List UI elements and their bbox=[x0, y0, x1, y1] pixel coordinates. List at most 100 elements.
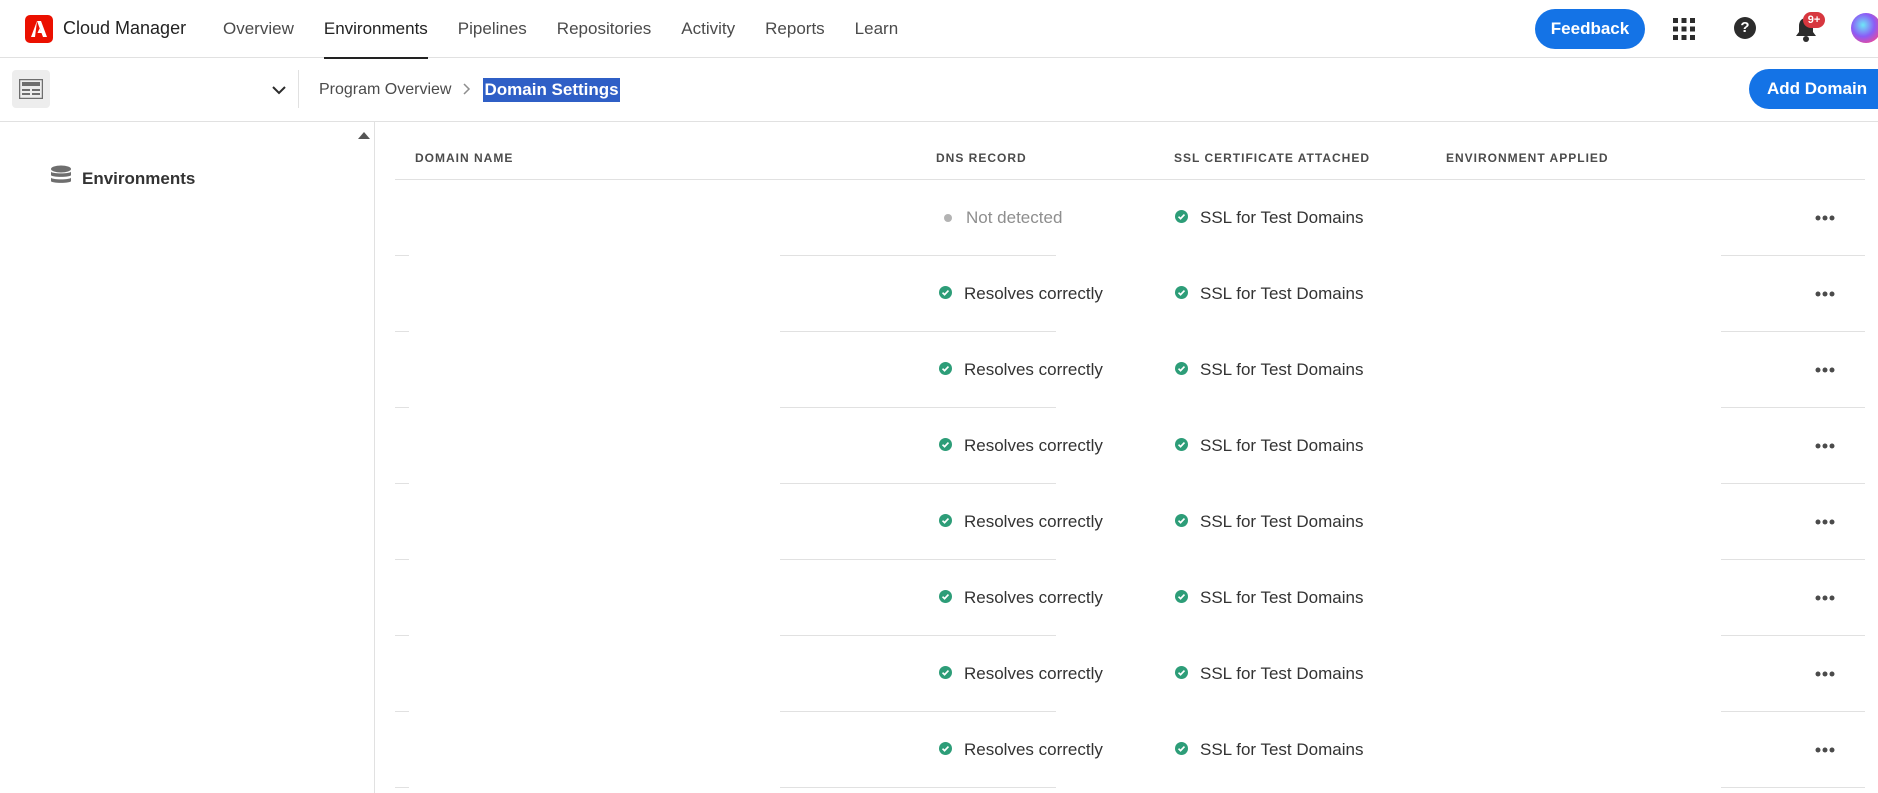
ssl-certificate-label: SSL for Test Domains bbox=[1200, 360, 1364, 379]
dns-status-label: Resolves correctly bbox=[964, 284, 1103, 303]
check-circle-icon bbox=[1175, 740, 1188, 760]
dns-status-cell: Resolves correctly bbox=[939, 588, 1103, 608]
ssl-certificate-label: SSL for Test Domains bbox=[1200, 740, 1364, 759]
divider bbox=[298, 70, 299, 108]
ssl-certificate-label: SSL for Test Domains bbox=[1200, 588, 1364, 607]
dns-status-cell: Resolves correctly bbox=[939, 664, 1103, 684]
table-row[interactable]: Resolves correctly SSL for Test Domains bbox=[395, 256, 1865, 332]
more-actions-icon[interactable] bbox=[1815, 588, 1835, 606]
adobe-logo-icon[interactable] bbox=[25, 15, 53, 43]
column-header-ssl-certificate[interactable]: SSL CERTIFICATE ATTACHED bbox=[1174, 151, 1370, 165]
check-circle-icon bbox=[1175, 284, 1188, 304]
table-row[interactable]: Resolves correctly SSL for Test Domains bbox=[395, 560, 1865, 636]
database-icon bbox=[50, 165, 72, 192]
dns-status-label: Resolves correctly bbox=[964, 740, 1103, 759]
check-circle-icon bbox=[1175, 664, 1188, 684]
dns-status-cell: Resolves correctly bbox=[939, 436, 1103, 456]
program-switcher-icon[interactable] bbox=[12, 70, 50, 108]
ssl-certificate-cell[interactable]: SSL for Test Domains bbox=[1175, 664, 1363, 684]
dns-status-label: Not detected bbox=[966, 208, 1063, 227]
scroll-up-arrow-icon[interactable] bbox=[358, 132, 370, 139]
breadcrumb-domain-settings: Domain Settings bbox=[483, 78, 620, 102]
nav-environments[interactable]: Environments bbox=[323, 0, 428, 59]
check-circle-icon bbox=[1175, 360, 1188, 380]
more-actions-icon[interactable] bbox=[1815, 208, 1835, 226]
column-header-environment-applied[interactable]: ENVIRONMENT APPLIED bbox=[1446, 151, 1609, 165]
top-navigation-bar: Cloud Manager Overview Environments Pipe… bbox=[0, 0, 1878, 59]
more-actions-icon[interactable] bbox=[1815, 436, 1835, 454]
check-circle-icon bbox=[939, 360, 952, 380]
ssl-certificate-cell[interactable]: SSL for Test Domains bbox=[1175, 208, 1363, 228]
dns-status-label: Resolves correctly bbox=[964, 436, 1103, 455]
check-circle-icon bbox=[1175, 436, 1188, 456]
sidebar: Environments bbox=[0, 122, 375, 793]
sidebar-item-label: Environments bbox=[82, 168, 196, 188]
ssl-certificate-cell[interactable]: SSL for Test Domains bbox=[1175, 360, 1363, 380]
notification-badge: 9+ bbox=[1803, 12, 1825, 28]
add-domain-button[interactable]: Add Domain bbox=[1749, 69, 1878, 109]
ssl-certificate-cell[interactable]: SSL for Test Domains bbox=[1175, 284, 1363, 304]
breadcrumb: Program Overview Domain Settings bbox=[319, 78, 620, 102]
chevron-down-icon[interactable] bbox=[272, 82, 286, 100]
ssl-certificate-cell[interactable]: SSL for Test Domains bbox=[1175, 588, 1363, 608]
ssl-certificate-label: SSL for Test Domains bbox=[1200, 664, 1364, 683]
check-circle-icon bbox=[939, 436, 952, 456]
check-circle-icon bbox=[1175, 512, 1188, 532]
ssl-certificate-label: SSL for Test Domains bbox=[1200, 284, 1364, 303]
more-actions-icon[interactable] bbox=[1815, 360, 1835, 378]
dns-status-cell: Not detected bbox=[939, 208, 1062, 228]
table-row[interactable]: Resolves correctly SSL for Test Domains bbox=[395, 484, 1865, 560]
more-actions-icon[interactable] bbox=[1815, 664, 1835, 682]
row-divider bbox=[1721, 787, 1865, 788]
feedback-button[interactable]: Feedback bbox=[1535, 9, 1645, 49]
nav-activity[interactable]: Activity bbox=[681, 0, 735, 58]
dns-status-label: Resolves correctly bbox=[964, 588, 1103, 607]
app-switcher-icon[interactable] bbox=[1673, 18, 1695, 40]
user-avatar[interactable] bbox=[1851, 13, 1878, 43]
table-row[interactable]: Resolves correctly SSL for Test Domains bbox=[395, 408, 1865, 484]
dns-status-label: Resolves correctly bbox=[964, 664, 1103, 683]
dns-status-cell: Resolves correctly bbox=[939, 360, 1103, 380]
table-row[interactable]: Resolves correctly SSL for Test Domains bbox=[395, 636, 1865, 712]
check-circle-icon bbox=[1175, 208, 1188, 228]
row-divider bbox=[780, 787, 1056, 788]
ssl-certificate-cell[interactable]: SSL for Test Domains bbox=[1175, 512, 1363, 532]
dns-status-cell: Resolves correctly bbox=[939, 284, 1103, 304]
ssl-certificate-label: SSL for Test Domains bbox=[1200, 436, 1364, 455]
dns-status-cell: Resolves correctly bbox=[939, 740, 1103, 760]
chevron-right-icon bbox=[463, 82, 471, 98]
check-circle-icon bbox=[1175, 588, 1188, 608]
app-title[interactable]: Cloud Manager bbox=[63, 18, 186, 39]
nav-repositories[interactable]: Repositories bbox=[557, 0, 652, 58]
table-header: DOMAIN NAME DNS RECORD SSL CERTIFICATE A… bbox=[395, 122, 1865, 180]
breadcrumb-program-overview[interactable]: Program Overview bbox=[319, 81, 451, 99]
nav-reports[interactable]: Reports bbox=[765, 0, 825, 58]
dns-status-cell: Resolves correctly bbox=[939, 512, 1103, 532]
dns-status-label: Resolves correctly bbox=[964, 512, 1103, 531]
check-circle-icon bbox=[939, 284, 952, 304]
column-header-domain-name[interactable]: DOMAIN NAME bbox=[415, 151, 513, 165]
column-header-dns-record[interactable]: DNS RECORD bbox=[936, 151, 1027, 165]
ssl-certificate-cell[interactable]: SSL for Test Domains bbox=[1175, 740, 1363, 760]
table-row[interactable]: Resolves correctly SSL for Test Domains bbox=[395, 712, 1865, 788]
check-circle-icon bbox=[939, 588, 952, 608]
domains-table: DOMAIN NAME DNS RECORD SSL CERTIFICATE A… bbox=[395, 122, 1865, 788]
table-row[interactable]: Not detected SSL for Test Domains bbox=[395, 180, 1865, 256]
more-actions-icon[interactable] bbox=[1815, 284, 1835, 302]
status-dot-icon bbox=[944, 214, 952, 222]
ssl-certificate-cell[interactable]: SSL for Test Domains bbox=[1175, 436, 1363, 456]
dns-status-label: Resolves correctly bbox=[964, 360, 1103, 379]
sidebar-item-environments[interactable]: Environments bbox=[50, 165, 195, 192]
nav-pipelines[interactable]: Pipelines bbox=[458, 0, 527, 58]
more-actions-icon[interactable] bbox=[1815, 740, 1835, 758]
nav-learn[interactable]: Learn bbox=[855, 0, 898, 58]
context-bar: Program Overview Domain Settings Add Dom… bbox=[0, 58, 1878, 122]
table-row[interactable]: Resolves correctly SSL for Test Domains bbox=[395, 332, 1865, 408]
more-actions-icon[interactable] bbox=[1815, 512, 1835, 530]
help-icon[interactable]: ? bbox=[1734, 17, 1756, 39]
ssl-certificate-label: SSL for Test Domains bbox=[1200, 208, 1364, 227]
row-divider bbox=[395, 787, 409, 788]
nav-overview[interactable]: Overview bbox=[223, 0, 294, 58]
ssl-certificate-label: SSL for Test Domains bbox=[1200, 512, 1364, 531]
check-circle-icon bbox=[939, 664, 952, 684]
